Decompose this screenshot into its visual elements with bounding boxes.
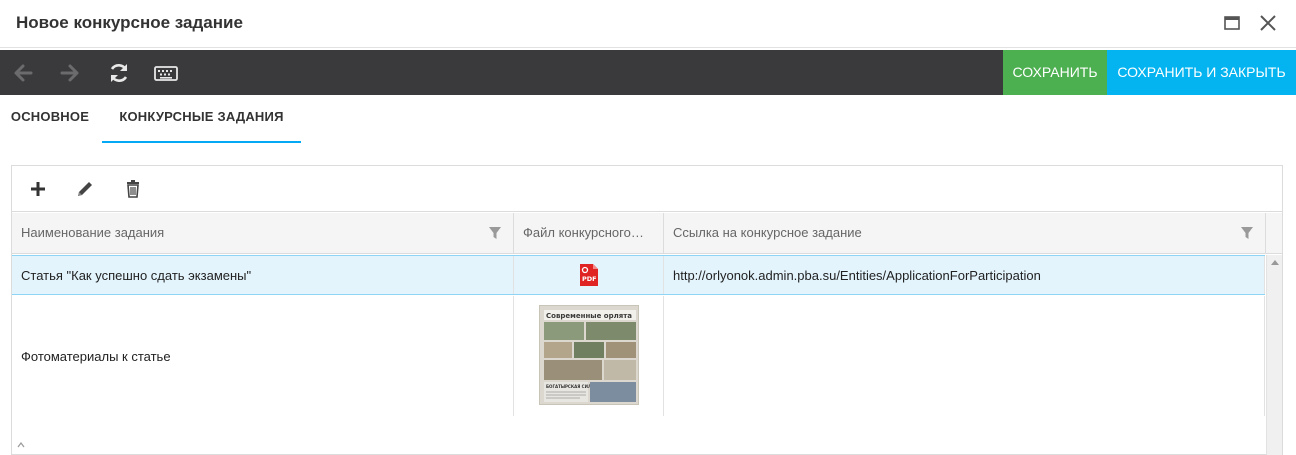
cell-link[interactable] [664, 296, 1265, 416]
window-titlebar: Новое конкурсное задание [0, 0, 1296, 48]
maximize-icon[interactable] [1221, 12, 1243, 34]
edit-icon[interactable] [75, 179, 95, 199]
tasks-grid: Наименование задания Файл конкурсного… С… [11, 165, 1283, 455]
resize-handle[interactable] [16, 436, 46, 448]
add-icon[interactable] [28, 179, 48, 199]
thumbnail-headline: Современные орлята [546, 312, 632, 320]
cell-file: Современные орлята БОГАТЫРСКАЯ СИЛА [514, 296, 664, 416]
newspaper-photo-thumbnail[interactable]: Современные орлята БОГАТЫРСКАЯ СИЛА [538, 305, 639, 405]
column-header-name-label: Наименование задания [21, 225, 165, 240]
tab-bar: ОСНОВНОЕ КОНКУРСНЫЕ ЗАДАНИЯ [0, 95, 1296, 143]
svg-text:PDF: PDF [582, 275, 597, 283]
back-arrow-icon[interactable] [11, 61, 35, 85]
pdf-file-icon[interactable]: PDF [579, 264, 598, 286]
column-header-link[interactable]: Ссылка на конкурсное задание [664, 213, 1266, 254]
column-header-name[interactable]: Наименование задания [12, 213, 514, 254]
delete-icon[interactable] [123, 179, 143, 199]
scroll-up-arrow-icon[interactable] [1271, 260, 1279, 265]
tab-main[interactable]: ОСНОВНОЕ [0, 95, 100, 143]
main-toolbar: СОХРАНИТЬ СОХРАНИТЬ И ЗАКРЫТЬ [0, 50, 1296, 95]
window-title: Новое конкурсное задание [16, 13, 243, 32]
column-header-file-label: Файл конкурсного… [523, 225, 644, 240]
keyboard-icon[interactable] [154, 61, 178, 85]
close-icon[interactable] [1257, 12, 1279, 34]
filter-icon[interactable] [488, 226, 502, 240]
column-header-file[interactable]: Файл конкурсного… [514, 213, 664, 254]
table-row[interactable]: Фотоматериалы к статье Современные орлят… [12, 296, 1265, 416]
grid-header: Наименование задания Файл конкурсного… С… [12, 213, 1282, 254]
column-header-link-label: Ссылка на конкурсное задание [673, 225, 862, 240]
save-button[interactable]: СОХРАНИТЬ [1003, 50, 1107, 95]
table-row[interactable]: Статья "Как успешно сдать экзамены" PDF … [12, 255, 1265, 295]
filter-icon[interactable] [1240, 226, 1254, 240]
cell-task-name: Фотоматериалы к статье [12, 296, 514, 416]
cell-link[interactable]: http://orlyonok.admin.pba.su/Entities/Ap… [664, 256, 1265, 294]
refresh-icon[interactable] [107, 61, 131, 85]
forward-arrow-icon[interactable] [58, 61, 82, 85]
grid-toolbar [12, 166, 1282, 212]
save-and-close-button[interactable]: СОХРАНИТЬ И ЗАКРЫТЬ [1107, 50, 1296, 95]
tab-contest-tasks[interactable]: КОНКУРСНЫЕ ЗАДАНИЯ [102, 95, 301, 143]
cell-task-name: Статья "Как успешно сдать экзамены" [12, 256, 514, 294]
vertical-scrollbar[interactable] [1266, 255, 1282, 455]
cell-file: PDF [514, 256, 664, 294]
thumbnail-caption: БОГАТЫРСКАЯ СИЛА [546, 384, 595, 389]
